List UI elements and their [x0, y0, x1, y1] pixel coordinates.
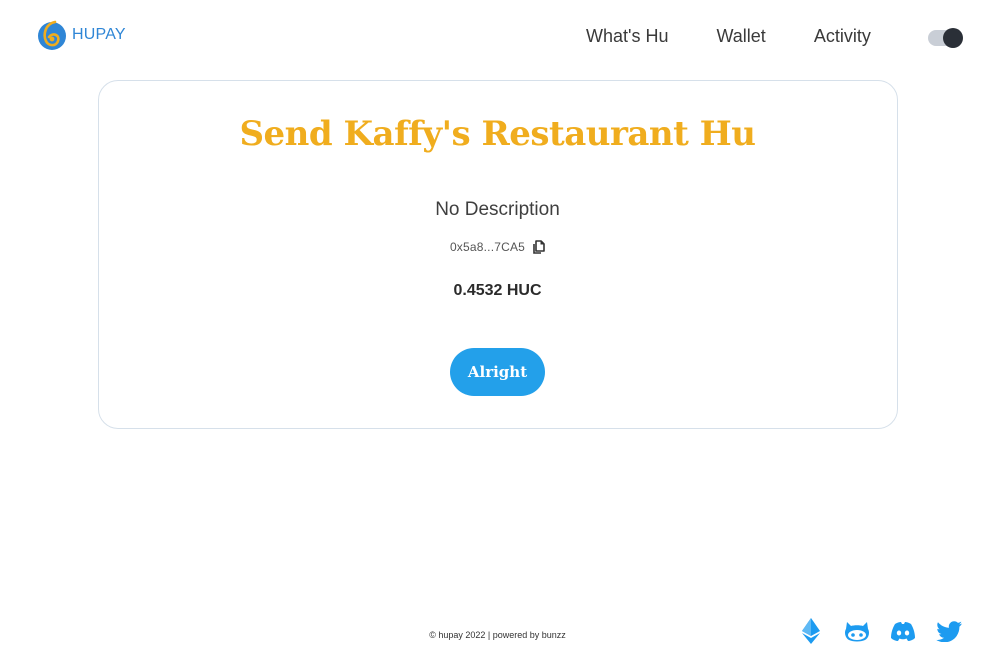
brand-link[interactable]: HUPAY	[37, 19, 126, 51]
twitter-icon[interactable]	[936, 621, 962, 642]
address-row: 0x5a8...7CA5	[0, 240, 995, 254]
hu-amount: 0.4532 HUC	[453, 282, 542, 299]
wallet-address: 0x5a8...7CA5	[449, 240, 526, 254]
theme-toggle[interactable]	[928, 28, 963, 48]
alright-button[interactable]: Alright	[450, 348, 545, 396]
nav-activity[interactable]: Activity	[814, 26, 871, 47]
nav-whats-hu[interactable]: What's Hu	[586, 26, 668, 47]
brand-name: HUPAY	[72, 26, 126, 43]
header: HUPAY What's Hu Wallet Activity	[0, 0, 995, 74]
discord-icon[interactable]	[890, 622, 916, 641]
toggle-knob	[943, 28, 963, 48]
ethereum-icon[interactable]	[802, 618, 820, 644]
hu-description: No Description	[435, 199, 560, 220]
hupay-logo-icon	[38, 20, 66, 50]
main-nav: What's Hu Wallet Activity	[586, 26, 871, 47]
nav-wallet[interactable]: Wallet	[716, 26, 765, 47]
copy-icon[interactable]	[533, 240, 545, 254]
github-icon[interactable]	[844, 620, 870, 642]
page-title: Send Kaffy's Restaurant Hu	[239, 114, 756, 154]
